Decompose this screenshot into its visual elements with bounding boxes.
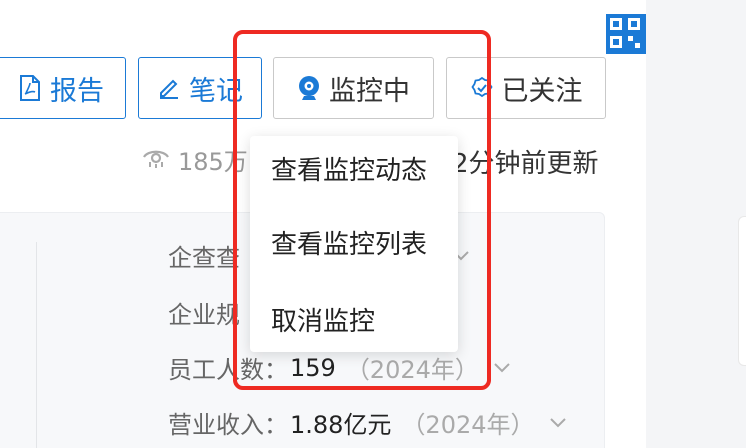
info-row-qcc-label: 企查查 — [168, 244, 240, 272]
camera-monitor-icon — [297, 75, 321, 101]
right-gap — [646, 0, 746, 448]
eye-icon — [142, 145, 170, 175]
follow-button[interactable]: 已关注 — [446, 57, 606, 119]
monitor-button[interactable]: 监控中 — [273, 57, 434, 119]
view-count-value: 185万 — [178, 148, 248, 176]
employees-label: 员工人数： — [168, 356, 288, 384]
info-row-scale-label: 企业规 — [168, 301, 240, 329]
updated-time: 2分钟前更新 — [452, 149, 599, 179]
chevron-down-icon — [549, 417, 566, 427]
report-label: 报告 — [50, 75, 104, 107]
menu-item-view-monitor-activity[interactable]: 查看监控动态 — [271, 150, 427, 187]
revenue-year: （2024年） — [401, 411, 535, 439]
employees-year: （2024年） — [345, 356, 479, 384]
check-badge-icon — [470, 75, 494, 101]
divider — [36, 242, 37, 448]
info-row-revenue[interactable]: 营业收入： 1.88亿元 （2024年） — [168, 405, 567, 440]
chevron-down-icon — [494, 362, 510, 372]
report-button[interactable]: 报告 — [0, 57, 126, 119]
pdf-file-icon — [18, 75, 42, 101]
menu-item-view-monitor-list[interactable]: 查看监控列表 — [271, 224, 427, 261]
pencil-icon — [157, 75, 181, 101]
view-count: 185万 — [142, 142, 248, 177]
qr-code-icon[interactable] — [606, 14, 646, 54]
employees-value: 159 — [290, 353, 336, 382]
note-button[interactable]: 笔记 — [138, 57, 262, 119]
menu-item-cancel-monitor[interactable]: 取消监控 — [271, 301, 375, 338]
monitor-label: 监控中 — [329, 75, 410, 107]
note-label: 笔记 — [189, 75, 243, 107]
revenue-value: 1.88亿元 — [290, 411, 392, 439]
info-row-employees[interactable]: 员工人数： 159 （2024年） — [168, 350, 511, 385]
follow-label: 已关注 — [501, 75, 583, 107]
info-row-scale: 企业规 — [168, 295, 240, 330]
right-side-card — [738, 216, 746, 366]
revenue-label: 营业收入： — [168, 411, 288, 439]
